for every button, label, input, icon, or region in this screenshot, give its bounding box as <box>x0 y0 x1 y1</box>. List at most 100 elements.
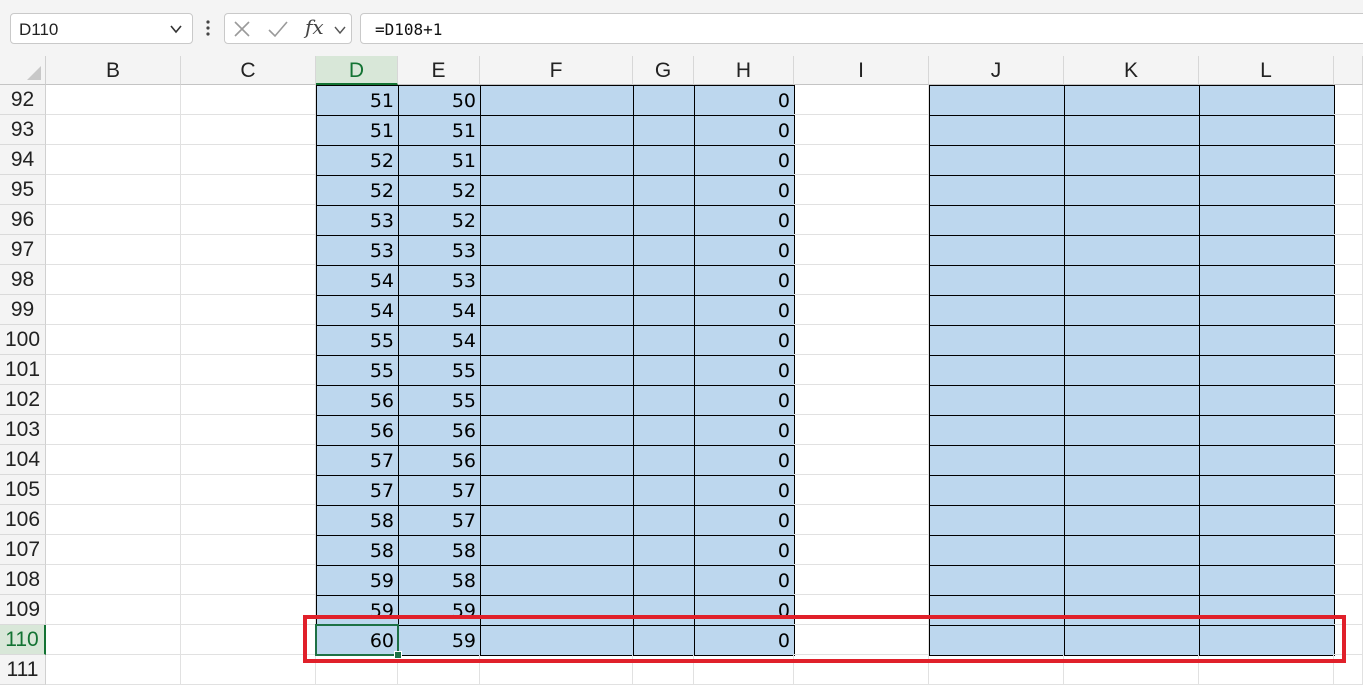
cell-l109[interactable] <box>1199 595 1335 626</box>
cell-k103[interactable] <box>1064 415 1200 446</box>
cell-i94[interactable] <box>794 145 929 175</box>
row-header-92[interactable]: 92 <box>0 85 46 115</box>
cell-i98[interactable] <box>794 265 929 295</box>
cell-h93[interactable]: 0 <box>694 115 795 146</box>
column-header-g[interactable]: G <box>633 56 694 85</box>
cell-l104[interactable] <box>1199 445 1335 476</box>
cell-f104[interactable] <box>480 445 634 476</box>
cell-k101[interactable] <box>1064 355 1200 386</box>
cell-h102[interactable]: 0 <box>694 385 795 416</box>
cell-j94[interactable] <box>929 145 1065 176</box>
cell-d105[interactable]: 57 <box>316 475 399 506</box>
cell-m92[interactable] <box>1334 85 1363 115</box>
cell-m93[interactable] <box>1334 115 1363 145</box>
cell-f102[interactable] <box>480 385 634 416</box>
cell-f93[interactable] <box>480 115 634 146</box>
cell-d94[interactable]: 52 <box>316 145 399 176</box>
cell-c106[interactable] <box>181 505 316 535</box>
cell-h96[interactable]: 0 <box>694 205 795 236</box>
row-header-111[interactable]: 111 <box>0 655 46 685</box>
cell-j96[interactable] <box>929 205 1065 236</box>
row-header-103[interactable]: 103 <box>0 415 46 445</box>
cell-h92[interactable]: 0 <box>694 85 795 116</box>
cell-i108[interactable] <box>794 565 929 595</box>
column-header-j[interactable]: J <box>929 56 1064 85</box>
cell-b102[interactable] <box>46 385 181 415</box>
cell-g100[interactable] <box>633 325 695 356</box>
cell-l103[interactable] <box>1199 415 1335 446</box>
cell-g101[interactable] <box>633 355 695 386</box>
cell-h106[interactable]: 0 <box>694 505 795 536</box>
cell-d93[interactable]: 51 <box>316 115 399 146</box>
cell-f110[interactable] <box>480 625 634 656</box>
cell-k99[interactable] <box>1064 295 1200 326</box>
row-header-101[interactable]: 101 <box>0 355 46 385</box>
cell-e107[interactable]: 58 <box>398 535 481 566</box>
cell-e109[interactable]: 59 <box>398 595 481 626</box>
cell-b103[interactable] <box>46 415 181 445</box>
cell-c97[interactable] <box>181 235 316 265</box>
cell-j95[interactable] <box>929 175 1065 206</box>
cell-i110[interactable] <box>794 625 929 655</box>
cell-f105[interactable] <box>480 475 634 506</box>
cell-d110[interactable]: 60 <box>316 625 399 656</box>
cell-g110[interactable] <box>633 625 695 656</box>
cell-i102[interactable] <box>794 385 929 415</box>
cell-k96[interactable] <box>1064 205 1200 236</box>
cell-i97[interactable] <box>794 235 929 265</box>
column-header-c[interactable]: C <box>181 56 316 85</box>
cell-h103[interactable]: 0 <box>694 415 795 446</box>
cell-i104[interactable] <box>794 445 929 475</box>
cell-h104[interactable]: 0 <box>694 445 795 476</box>
cell-f106[interactable] <box>480 505 634 536</box>
cell-d107[interactable]: 58 <box>316 535 399 566</box>
cell-l95[interactable] <box>1199 175 1335 206</box>
cell-b109[interactable] <box>46 595 181 625</box>
cell-h100[interactable]: 0 <box>694 325 795 356</box>
more-vertical-icon[interactable] <box>201 13 215 44</box>
row-header-102[interactable]: 102 <box>0 385 46 415</box>
cell-m106[interactable] <box>1334 505 1363 535</box>
cell-b99[interactable] <box>46 295 181 325</box>
cell-i105[interactable] <box>794 475 929 505</box>
cell-j110[interactable] <box>929 625 1065 656</box>
cell-d104[interactable]: 57 <box>316 445 399 476</box>
cell-e95[interactable]: 52 <box>398 175 481 206</box>
cell-i96[interactable] <box>794 205 929 235</box>
row-header-106[interactable]: 106 <box>0 505 46 535</box>
cell-d101[interactable]: 55 <box>316 355 399 386</box>
cell-l93[interactable] <box>1199 115 1335 146</box>
cell-h97[interactable]: 0 <box>694 235 795 266</box>
cell-l98[interactable] <box>1199 265 1335 296</box>
select-all-corner[interactable] <box>0 56 46 85</box>
cell-k111[interactable] <box>1064 655 1199 685</box>
cell-m110[interactable] <box>1334 625 1363 655</box>
cell-l96[interactable] <box>1199 205 1335 236</box>
cell-d98[interactable]: 54 <box>316 265 399 296</box>
cell-c98[interactable] <box>181 265 316 295</box>
cell-l100[interactable] <box>1199 325 1335 356</box>
row-header-94[interactable]: 94 <box>0 145 46 175</box>
cell-j102[interactable] <box>929 385 1065 416</box>
cell-k108[interactable] <box>1064 565 1200 596</box>
cell-i100[interactable] <box>794 325 929 355</box>
cell-g94[interactable] <box>633 145 695 176</box>
cell-c100[interactable] <box>181 325 316 355</box>
cell-b97[interactable] <box>46 235 181 265</box>
cell-b95[interactable] <box>46 175 181 205</box>
fill-handle[interactable] <box>394 651 402 659</box>
cell-b92[interactable] <box>46 85 181 115</box>
cell-h109[interactable]: 0 <box>694 595 795 626</box>
cell-k98[interactable] <box>1064 265 1200 296</box>
cell-i111[interactable] <box>794 655 929 685</box>
name-box[interactable]: D110 <box>10 13 193 44</box>
enter-check-icon[interactable] <box>267 20 289 38</box>
cell-k102[interactable] <box>1064 385 1200 416</box>
cell-f98[interactable] <box>480 265 634 296</box>
column-header-b[interactable]: B <box>46 56 181 85</box>
row-header-105[interactable]: 105 <box>0 475 46 505</box>
cell-g107[interactable] <box>633 535 695 566</box>
cell-g109[interactable] <box>633 595 695 626</box>
cell-m103[interactable] <box>1334 415 1363 445</box>
cell-g102[interactable] <box>633 385 695 416</box>
